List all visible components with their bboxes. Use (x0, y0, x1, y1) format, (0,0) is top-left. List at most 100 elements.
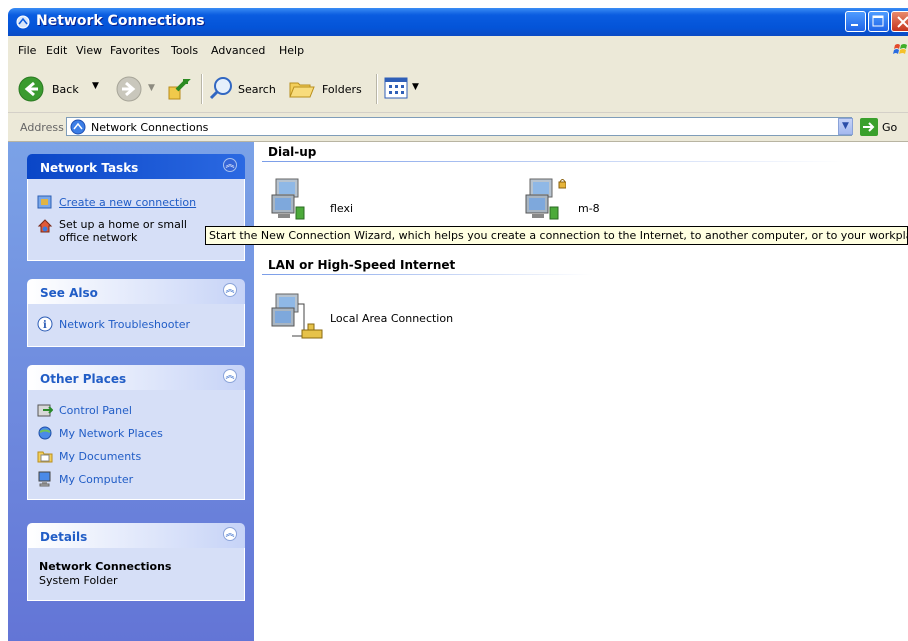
other-places-header[interactable]: Other Places ︽ (27, 365, 245, 390)
chevron-down-icon: ▼ (842, 121, 849, 131)
back-button[interactable]: Back ▼ (18, 74, 108, 104)
group-title-lan: LAN or High-Speed Internet (268, 258, 456, 272)
network-connections-icon (70, 119, 86, 135)
menu-tools[interactable]: Tools (171, 44, 198, 57)
place-label: My Documents (59, 450, 142, 463)
new-connection-icon (37, 195, 52, 209)
documents-folder-icon (37, 451, 53, 463)
toolbar-separator (201, 74, 203, 104)
views-button[interactable]: ▼ (384, 76, 426, 102)
views-dropdown-icon[interactable]: ▼ (412, 82, 419, 92)
back-dropdown-icon[interactable]: ▼ (92, 81, 99, 91)
panel-title: Other Places (40, 372, 127, 386)
place-label: My Network Places (59, 427, 163, 440)
menu-file[interactable]: File (18, 44, 36, 57)
group-title-dialup: Dial-up (268, 145, 317, 159)
group-divider (262, 274, 592, 275)
search-icon (209, 77, 232, 100)
task-label: Create a new connection (59, 196, 197, 209)
details-header[interactable]: Details ︽ (27, 523, 245, 548)
network-places-icon (38, 426, 52, 440)
panel-title: Network Tasks (40, 161, 139, 175)
see-also-header[interactable]: See Also ︽ (27, 279, 245, 304)
forward-button[interactable]: ▼ (116, 76, 156, 102)
back-arrow-icon (18, 76, 44, 102)
details-type: System Folder (39, 574, 118, 587)
collapse-icon[interactable]: ︽ (223, 527, 237, 541)
close-button[interactable] (891, 11, 908, 32)
folders-label: Folders (322, 83, 362, 96)
maximize-icon (872, 15, 884, 27)
connection-label: flexi (330, 202, 354, 215)
views-icon (384, 77, 408, 99)
home-network-icon (37, 219, 53, 233)
forward-dropdown-icon[interactable]: ▼ (148, 83, 155, 93)
connection-label: m-8 (578, 202, 600, 215)
panel-title: Details (40, 530, 88, 544)
connection-flexi[interactable]: flexi (268, 177, 378, 225)
connection-label: Local Area Connection (330, 312, 454, 325)
menu-favorites[interactable]: Favorites (110, 44, 160, 57)
network-tasks-body: Create a new connection Set up a home or… (27, 179, 245, 261)
back-label: Back (52, 83, 79, 96)
dialup-connection-locked-icon (525, 178, 566, 220)
toolbar: Back ▼ ▼ Search Folders ▼ (8, 64, 908, 113)
go-button[interactable]: Go (860, 118, 906, 136)
address-dropdown-button[interactable]: ▼ (838, 118, 853, 135)
place-label: My Computer (59, 473, 134, 486)
see-also-body: i Network Troubleshooter (27, 304, 245, 347)
menu-help[interactable]: Help (279, 44, 304, 57)
menu-bar: File Edit View Favorites Tools Advanced … (8, 36, 908, 65)
up-folder-icon[interactable] (166, 75, 194, 103)
collapse-icon[interactable]: ︽ (223, 369, 237, 383)
maximize-button[interactable] (868, 11, 889, 32)
task-create-connection[interactable]: Create a new connection (37, 194, 237, 212)
minimize-icon (851, 24, 858, 26)
connection-m-8[interactable]: m-8 (522, 177, 632, 225)
menu-view[interactable]: View (76, 44, 102, 57)
address-bar: Address Network Connections ▼ Go (8, 113, 908, 142)
details-panel: Details ︽ Network Connections System Fol… (27, 523, 245, 601)
dialup-connection-icon (271, 178, 305, 220)
computer-icon (38, 471, 51, 487)
panel-title: See Also (40, 286, 98, 300)
info-icon: i (37, 316, 53, 332)
place-my-network-places[interactable]: My Network Places (37, 425, 237, 443)
tooltip: Start the New Connection Wizard, which h… (205, 226, 908, 245)
menu-advanced[interactable]: Advanced (211, 44, 265, 57)
search-button[interactable]: Search (208, 75, 280, 103)
go-label: Go (882, 121, 898, 134)
network-tasks-header[interactable]: Network Tasks ︽ (27, 154, 245, 179)
other-places-body: Control Panel My Network Places My Docum… (27, 390, 245, 500)
menu-edit[interactable]: Edit (46, 44, 67, 57)
title-bar[interactable]: Network Connections (8, 8, 908, 36)
place-label: Control Panel (59, 404, 132, 417)
search-label: Search (238, 83, 276, 96)
task-network-troubleshooter[interactable]: i Network Troubleshooter (37, 316, 237, 334)
windows-logo-icon (893, 44, 907, 54)
place-my-computer[interactable]: My Computer (37, 471, 237, 489)
task-pane: Network Tasks ︽ Create a new connection … (8, 142, 254, 641)
address-input[interactable]: Network Connections (66, 117, 852, 136)
see-also-panel: See Also ︽ i Network Troubleshooter (27, 279, 245, 347)
other-places-panel: Other Places ︽ Control Panel My Network … (27, 365, 245, 500)
group-divider (262, 161, 846, 162)
network-connections-icon (16, 15, 30, 29)
minimize-button[interactable] (845, 11, 866, 32)
address-label: Address (20, 121, 64, 134)
collapse-icon[interactable]: ︽ (223, 158, 237, 172)
task-label: Network Troubleshooter (59, 318, 191, 331)
collapse-icon[interactable]: ︽ (223, 283, 237, 297)
svg-text:i: i (43, 320, 47, 331)
content-area: Dial-up flexi m-8 LAN or High-Speed Inte… (254, 142, 908, 641)
folders-button[interactable]: Folders (288, 75, 368, 103)
place-control-panel[interactable]: Control Panel (37, 402, 237, 420)
folders-icon (289, 82, 315, 98)
place-my-documents[interactable]: My Documents (37, 448, 237, 466)
connection-local-area[interactable]: Local Area Connection (268, 292, 488, 344)
close-icon (897, 16, 908, 28)
go-arrow-icon (860, 118, 878, 136)
address-value: Network Connections (91, 121, 209, 134)
details-name: Network Connections (39, 560, 172, 573)
task-label-line2: office network (59, 231, 138, 244)
